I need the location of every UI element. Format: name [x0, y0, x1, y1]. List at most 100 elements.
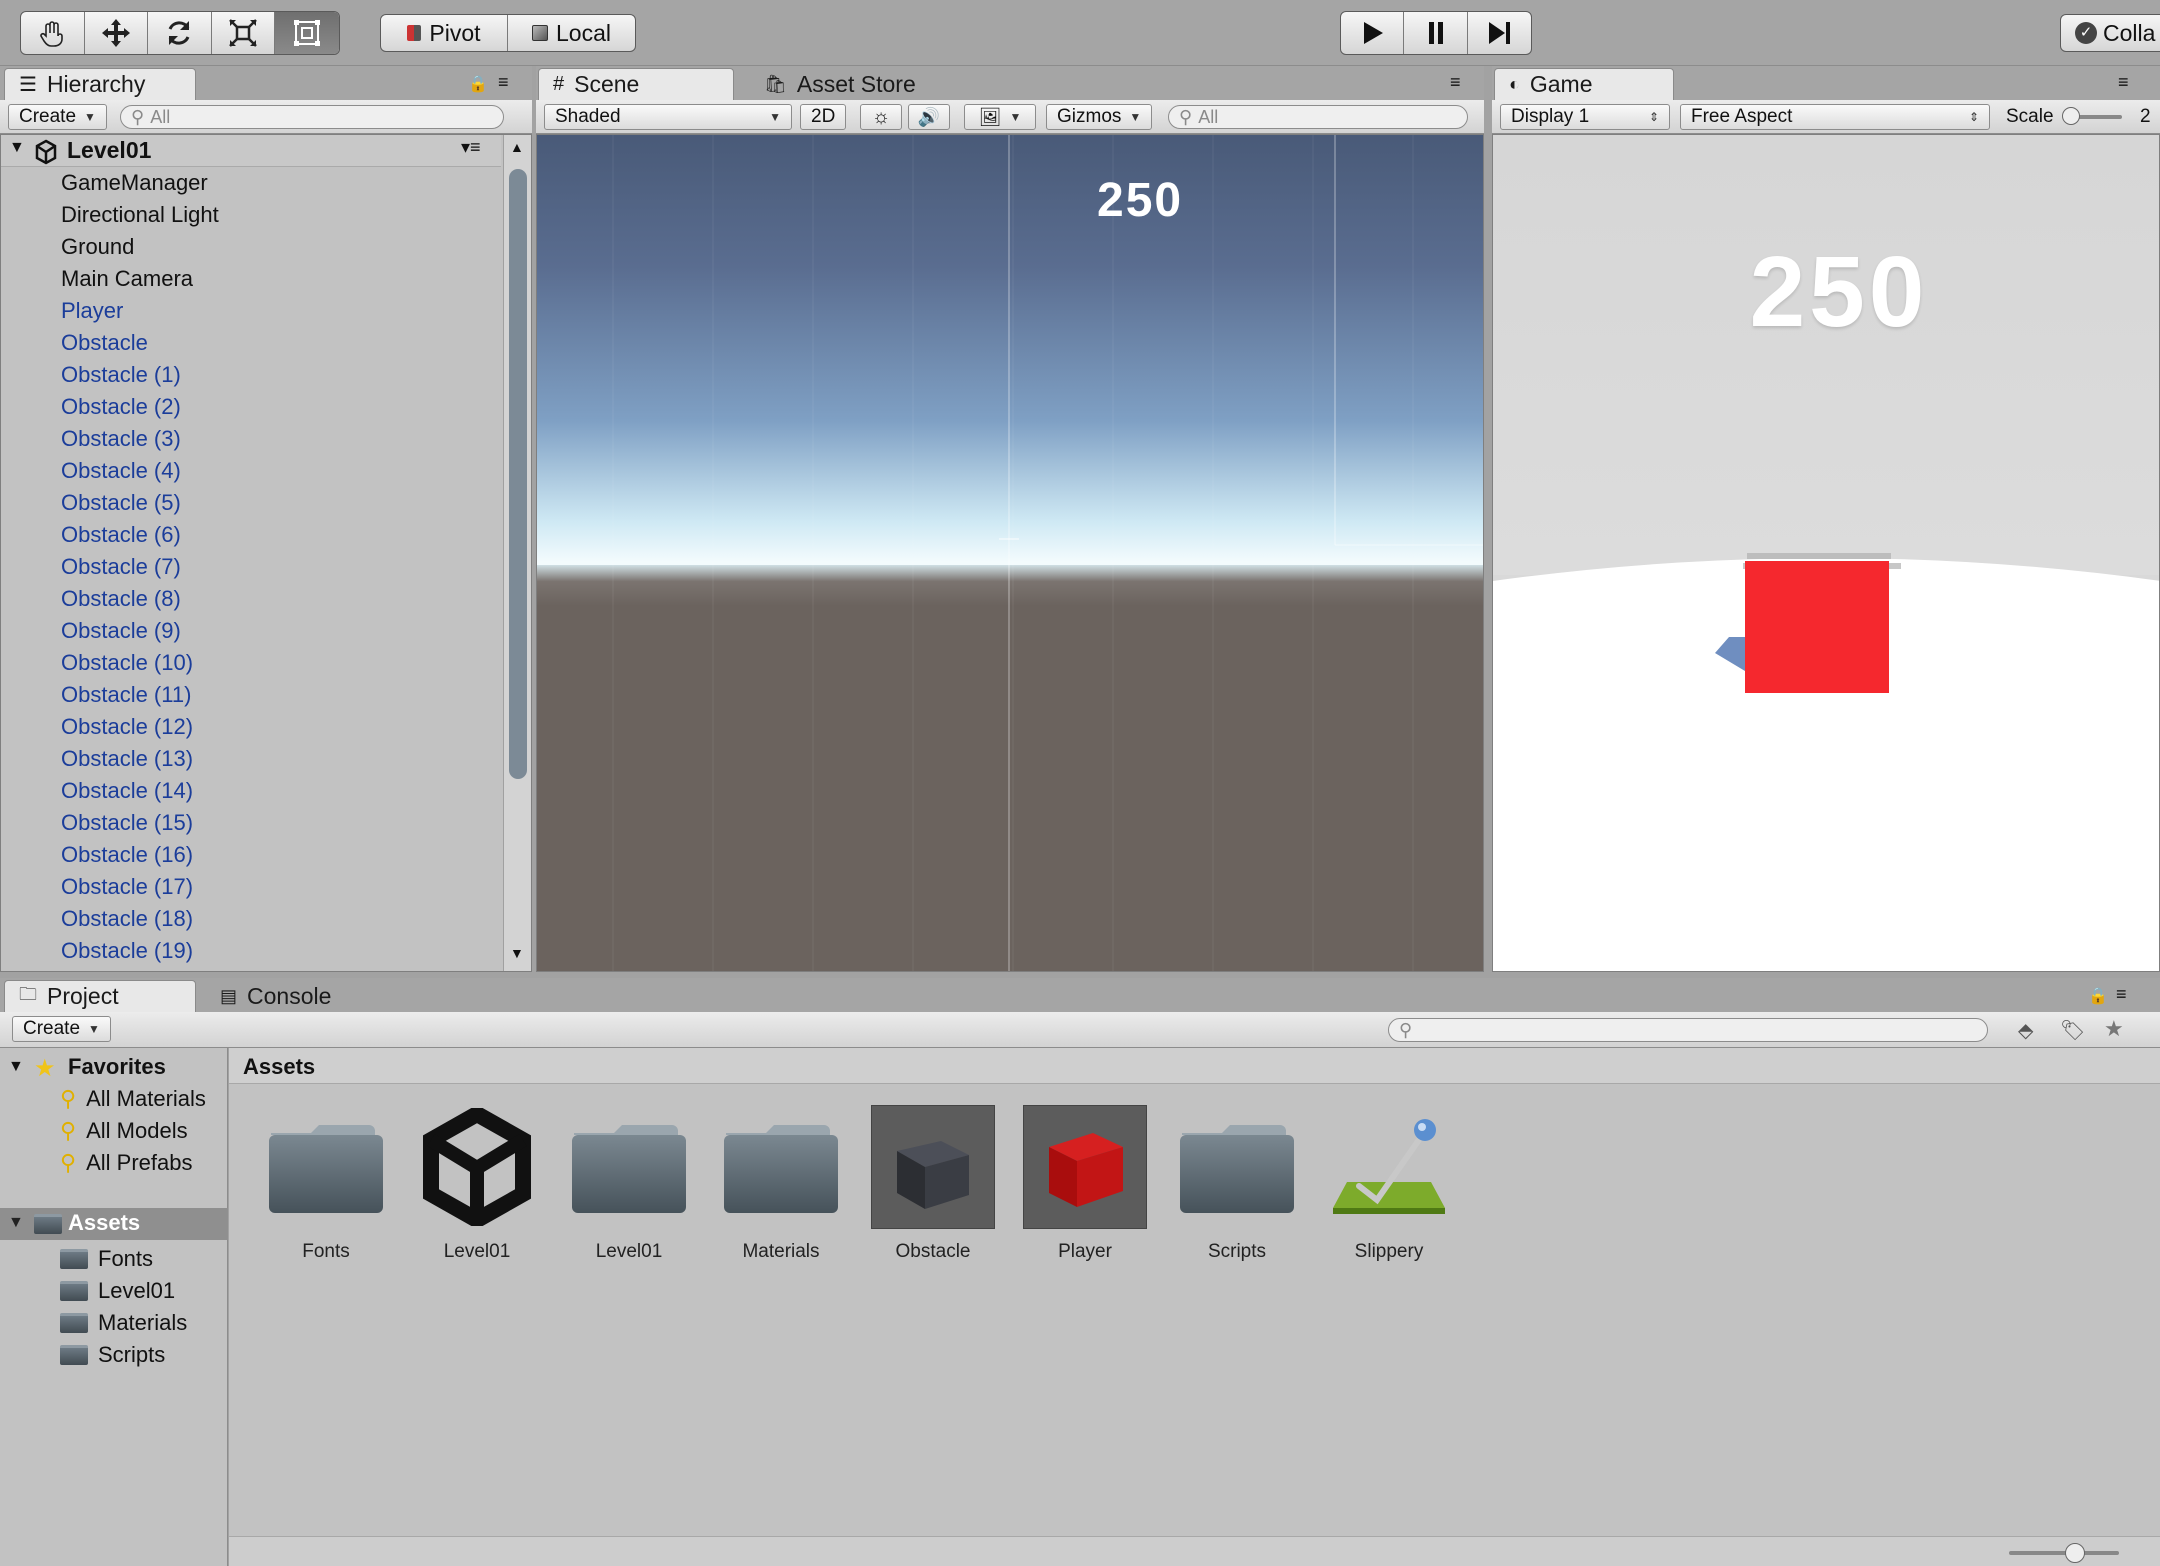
favorite-item[interactable]: ⚲ All Prefabs [60, 1148, 193, 1178]
scene-viewport[interactable]: 250 [536, 134, 1484, 972]
tab-game[interactable]: ◐ Game [1494, 68, 1674, 100]
project-create-button[interactable]: Create ▼ [12, 1016, 111, 1042]
rotate-tool-button[interactable] [148, 12, 212, 54]
hierarchy-item[interactable]: Obstacle (6) [61, 519, 181, 551]
scale-slider-thumb[interactable] [2062, 107, 2080, 125]
hierarchy-item[interactable]: Obstacle (7) [61, 551, 181, 583]
scrollbar-thumb[interactable] [509, 169, 527, 779]
hierarchy-search-input[interactable]: ⚲ All [120, 105, 504, 129]
tab-asset-store[interactable]: 🛍 Asset Store [750, 68, 930, 100]
hierarchy-item[interactable]: Obstacle [61, 327, 148, 359]
filter-by-label-icon[interactable]: 🏷 [2060, 1018, 2085, 1043]
hierarchy-item[interactable]: Obstacle (9) [61, 615, 181, 647]
expand-triangle-icon[interactable]: ▼ [8, 1214, 24, 1232]
favorite-star-icon[interactable]: ★ [2104, 1016, 2124, 1042]
hierarchy-item[interactable]: Obstacle (2) [61, 391, 181, 423]
breadcrumb-assets[interactable]: Assets [243, 1054, 315, 1080]
asset-tile[interactable]: Level01 [407, 1105, 547, 1263]
hierarchy-item[interactable]: Obstacle (10) [61, 647, 193, 679]
hierarchy-item[interactable]: Directional Light [61, 199, 219, 231]
hierarchy-item[interactable]: Obstacle (4) [61, 455, 181, 487]
collab-label: Colla [2103, 19, 2156, 46]
display-dropdown[interactable]: Display 1 ⇕ [1500, 104, 1670, 130]
aspect-dropdown[interactable]: Free Aspect ⇕ [1680, 104, 1990, 130]
asset-tile[interactable]: Materials [711, 1105, 851, 1263]
asset-tile[interactable]: Player [1015, 1105, 1155, 1263]
shading-mode-dropdown[interactable]: Shaded ▼ [544, 104, 792, 130]
play-button[interactable] [1341, 12, 1405, 54]
hierarchy-item[interactable]: Ground [61, 231, 134, 263]
tab-project[interactable]: 🗀 Project [4, 980, 196, 1012]
move-tool-button[interactable] [85, 12, 149, 54]
panel-menu-icon[interactable]: ≡ [2118, 72, 2129, 93]
pause-button[interactable] [1404, 12, 1468, 54]
tab-hierarchy[interactable]: ☰ Hierarchy [4, 68, 196, 100]
folder-tree-item[interactable]: Materials [60, 1308, 187, 1338]
lock-icon[interactable]: 🔒 [2088, 986, 2108, 1006]
scene-root-row[interactable]: ▼ Level01 ▾≡ [1, 135, 501, 167]
panel-menu-icon[interactable]: ≡ [2116, 984, 2127, 1005]
favorite-item[interactable]: ⚲ All Materials [60, 1084, 206, 1114]
asset-tile[interactable]: Obstacle [863, 1105, 1003, 1263]
hierarchy-item[interactable]: Player [61, 295, 123, 327]
scale-tool-button[interactable] [212, 12, 276, 54]
hand-tool-button[interactable] [21, 12, 85, 54]
collab-button[interactable]: ✓ Colla [2060, 14, 2160, 52]
scene-search-input[interactable]: ⚲ All [1168, 105, 1468, 129]
hierarchy-item[interactable]: Obstacle (14) [61, 775, 193, 807]
folder-tree-item[interactable]: Fonts [60, 1244, 153, 1274]
hierarchy-item[interactable]: Obstacle (11) [61, 679, 191, 711]
favorite-item[interactable]: ⚲ All Models [60, 1116, 188, 1146]
panel-menu-icon[interactable]: ≡ [498, 72, 509, 93]
expand-triangle-icon[interactable]: ▼ [9, 139, 25, 157]
folder-tree-item[interactable]: Scripts [60, 1340, 165, 1370]
effects-dropdown[interactable]: 🖼 ▼ [964, 104, 1036, 130]
local-toggle-button[interactable]: Local [508, 15, 635, 51]
step-button[interactable] [1468, 12, 1531, 54]
icon-size-slider[interactable] [2009, 1543, 2119, 1563]
lock-icon[interactable]: 🔒 [468, 74, 488, 94]
game-viewport[interactable]: 250 [1492, 134, 2160, 972]
scale-slider[interactable] [2062, 107, 2122, 125]
scroll-down-icon[interactable]: ▼ [510, 945, 524, 961]
audio-toggle-button[interactable]: 🔊 [908, 104, 950, 130]
filter-by-type-icon[interactable]: ⬘ [2018, 1018, 2033, 1043]
tab-console[interactable]: ▤ Console [206, 980, 345, 1012]
hierarchy-item[interactable]: Obstacle (12) [61, 711, 193, 743]
tab-scene[interactable]: # Scene [538, 68, 734, 100]
expand-triangle-icon[interactable]: ▼ [8, 1058, 24, 1076]
hand-icon [40, 21, 64, 47]
folder-tree-item[interactable]: Level01 [60, 1276, 175, 1306]
hierarchy-item[interactable]: Obstacle (18) [61, 903, 193, 935]
2d-toggle-button[interactable]: 2D [800, 104, 847, 130]
project-search-input[interactable]: ⚲ [1388, 1018, 1988, 1042]
asset-tile[interactable]: Level01 [559, 1105, 699, 1263]
asset-tile[interactable]: Fonts [256, 1105, 396, 1263]
favorites-label[interactable]: Favorites [68, 1054, 166, 1080]
hierarchy-item[interactable]: Obstacle (19) [61, 935, 193, 967]
scene-menu-icon[interactable]: ▾≡ [461, 137, 481, 158]
asset-label: Obstacle [895, 1241, 971, 1262]
gizmos-dropdown[interactable]: Gizmos ▼ [1046, 104, 1153, 130]
hierarchy-scrollbar[interactable]: ▲ ▼ [503, 135, 531, 971]
icon-size-slider-thumb[interactable] [2065, 1543, 2085, 1563]
rect-tool-button[interactable] [275, 12, 339, 54]
hierarchy-create-button[interactable]: Create ▼ [8, 104, 107, 130]
scroll-up-icon[interactable]: ▲ [510, 139, 524, 155]
hierarchy-item[interactable]: Main Camera [61, 263, 193, 295]
asset-tile[interactable]: Slippery [1319, 1105, 1459, 1263]
lighting-toggle-button[interactable]: ☼ [860, 104, 902, 130]
pivot-toggle-button[interactable]: Pivot [381, 15, 508, 51]
hierarchy-item[interactable]: Obstacle (1) [61, 359, 181, 391]
hierarchy-item[interactable]: GameManager [61, 167, 208, 199]
asset-tile[interactable]: Scripts [1167, 1105, 1307, 1263]
hierarchy-item[interactable]: Obstacle (16) [61, 839, 193, 871]
hierarchy-item[interactable]: Obstacle (3) [61, 423, 181, 455]
hierarchy-item[interactable]: Obstacle (13) [61, 743, 193, 775]
hierarchy-item[interactable]: Obstacle (8) [61, 583, 181, 615]
hierarchy-item[interactable]: Obstacle (15) [61, 807, 193, 839]
panel-menu-icon[interactable]: ≡ [1450, 72, 1461, 93]
hierarchy-item[interactable]: Obstacle (5) [61, 487, 181, 519]
assets-root-row[interactable]: ▼ Assets [0, 1208, 228, 1240]
hierarchy-item[interactable]: Obstacle (17) [61, 871, 193, 903]
